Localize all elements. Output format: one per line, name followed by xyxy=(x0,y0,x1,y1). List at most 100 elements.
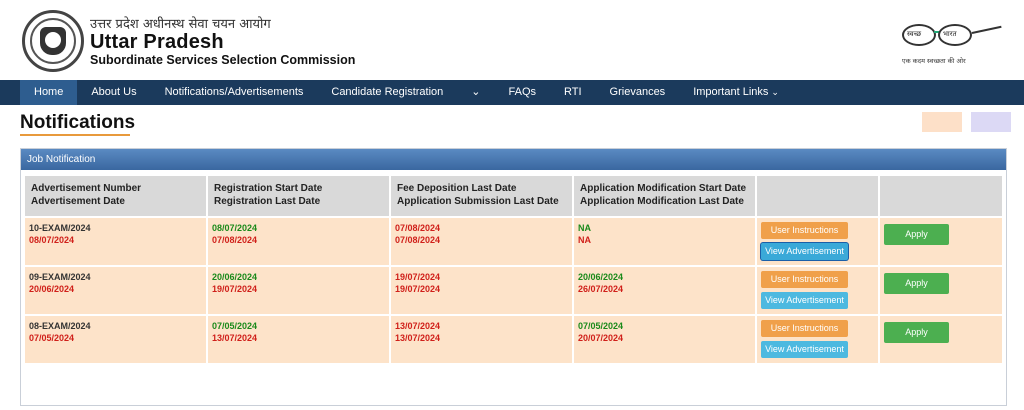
nav-notifications[interactable]: Notifications/Advertisements xyxy=(151,80,318,105)
cell-modification: 20/06/2024 26/07/2024 xyxy=(574,265,757,314)
mod-start-date: 07/05/2024 xyxy=(578,321,624,331)
user-instructions-button[interactable]: User Instructions xyxy=(761,271,848,288)
fee-last-date: 19/07/2024 xyxy=(395,272,441,282)
nav-more-dropdown[interactable]: ⌄ xyxy=(457,80,494,105)
theme-swatch-peach[interactable] xyxy=(922,112,962,132)
cell-apply: Apply xyxy=(880,314,1004,363)
mod-start-date: 20/06/2024 xyxy=(578,272,624,282)
job-notification-panel: Job Notification Advertisement Number Adv… xyxy=(20,148,1007,406)
glasses-right-lens: भारत xyxy=(938,24,972,46)
header-line: Advertisement Number xyxy=(31,183,142,194)
cell-fee: 19/07/2024 19/07/2024 xyxy=(391,265,574,314)
apply-button[interactable]: Apply xyxy=(884,224,949,245)
adv-date: 20/06/2024 xyxy=(29,284,75,294)
adv-number: 08-EXAM/2024 xyxy=(29,321,91,331)
nav-rti[interactable]: RTI xyxy=(550,80,596,105)
glasses-left-lens: स्वच्छ xyxy=(902,24,936,46)
user-instructions-button[interactable]: User Instructions xyxy=(761,222,848,239)
cell-modification: NA NA xyxy=(574,216,757,265)
header-line: Application Modification Start Date xyxy=(580,183,747,194)
header-modification: Application Modification Start Date Appli… xyxy=(574,176,757,216)
cell-registration: 07/05/2024 13/07/2024 xyxy=(208,314,391,363)
reg-start-date: 07/05/2024 xyxy=(212,321,258,331)
nav-important-links-label: Important Links xyxy=(693,86,769,98)
fee-last-date: 07/08/2024 xyxy=(395,223,441,233)
upsssc-emblem-logo[interactable] xyxy=(22,10,84,72)
cell-advertisement: 10-EXAM/2024 08/07/2024 xyxy=(25,216,208,265)
swachh-left-text: स्वच्छ xyxy=(907,30,922,38)
cell-actions: User Instructions View Advertisement xyxy=(757,314,880,363)
header-fee: Fee Deposition Last Date Application Subm… xyxy=(391,176,574,216)
fee-last-date: 13/07/2024 xyxy=(395,321,441,331)
chevron-down-icon: ⌄ xyxy=(771,87,779,97)
submission-last-date: 19/07/2024 xyxy=(395,284,441,294)
cell-registration: 08/07/2024 07/08/2024 xyxy=(208,216,391,265)
hindi-title: उत्तर प्रदेश अधीनस्थ सेवा चयन आयोग xyxy=(90,17,271,32)
cell-actions: User Instructions View Advertisement xyxy=(757,216,880,265)
view-advertisement-button[interactable]: View Advertisement xyxy=(761,292,848,309)
adv-number: 10-EXAM/2024 xyxy=(29,223,91,233)
header-line: Advertisement Date xyxy=(31,196,125,207)
panel-title: Job Notification xyxy=(21,149,1006,170)
adv-date: 08/07/2024 xyxy=(29,235,75,245)
submission-last-date: 13/07/2024 xyxy=(395,333,441,343)
nav-about-us[interactable]: About Us xyxy=(77,80,150,105)
site-title: Uttar Pradesh xyxy=(90,31,224,53)
nav-important-links[interactable]: Important Links ⌄ xyxy=(679,80,793,105)
mod-start-date: NA xyxy=(578,223,591,233)
site-header: उत्तर प्रदेश अधीनस्थ सेवा चयन आयोग Uttar… xyxy=(0,0,1024,80)
cell-apply: Apply xyxy=(880,265,1004,314)
reg-start-date: 20/06/2024 xyxy=(212,272,258,282)
swachh-bharat-logo: स्वच्छ भारत एक कदम स्वच्छता की ओर xyxy=(896,18,1008,70)
table-row: 08-EXAM/2024 07/05/2024 07/05/2024 13/07/2… xyxy=(25,314,1004,363)
reg-last-date: 19/07/2024 xyxy=(212,284,258,294)
site-subtitle: Subordinate Services Selection Commissio… xyxy=(90,53,356,67)
swachh-tagline: एक कदम स्वच्छता की ओर xyxy=(902,57,966,65)
apply-button[interactable]: Apply xyxy=(884,273,949,294)
cell-advertisement: 08-EXAM/2024 07/05/2024 xyxy=(25,314,208,363)
reg-start-date: 08/07/2024 xyxy=(212,223,258,233)
apply-button[interactable]: Apply xyxy=(884,322,949,343)
header-advertisement: Advertisement Number Advertisement Date xyxy=(25,176,208,216)
table-row: 09-EXAM/2024 20/06/2024 20/06/2024 19/07/2… xyxy=(25,265,1004,314)
reg-last-date: 13/07/2024 xyxy=(212,333,258,343)
cell-apply: Apply xyxy=(880,216,1004,265)
main-nav: Home About Us Notifications/Advertisemen… xyxy=(0,80,1024,105)
cell-advertisement: 09-EXAM/2024 20/06/2024 xyxy=(25,265,208,314)
mod-last-date: 20/07/2024 xyxy=(578,333,624,343)
mod-last-date: NA xyxy=(578,235,591,245)
view-advertisement-button[interactable]: View Advertisement xyxy=(761,341,848,358)
job-notification-table: Advertisement Number Advertisement Date R… xyxy=(25,176,1004,363)
header-apply xyxy=(880,176,1004,216)
theme-swatch-lavender[interactable] xyxy=(971,112,1011,132)
header-line: Registration Start Date xyxy=(214,183,323,194)
table-header-row: Advertisement Number Advertisement Date R… xyxy=(25,176,1004,216)
cell-registration: 20/06/2024 19/07/2024 xyxy=(208,265,391,314)
nav-grievances[interactable]: Grievances xyxy=(596,80,680,105)
emblem-center xyxy=(45,32,61,48)
cell-fee: 13/07/2024 13/07/2024 xyxy=(391,314,574,363)
glasses-arm xyxy=(971,25,1002,34)
submission-last-date: 07/08/2024 xyxy=(395,235,441,245)
table-row: 10-EXAM/2024 08/07/2024 08/07/2024 07/08/2… xyxy=(25,216,1004,265)
nav-candidate-registration[interactable]: Candidate Registration xyxy=(317,80,457,105)
swachh-right-text: भारत xyxy=(943,30,957,38)
adv-number: 09-EXAM/2024 xyxy=(29,272,91,282)
user-instructions-button[interactable]: User Instructions xyxy=(761,320,848,337)
cell-actions: User Instructions View Advertisement xyxy=(757,265,880,314)
page-title: Notifications xyxy=(20,112,136,133)
title-underline xyxy=(20,134,130,136)
header-registration: Registration Start Date Registration Last… xyxy=(208,176,391,216)
cell-modification: 07/05/2024 20/07/2024 xyxy=(574,314,757,363)
header-line: Fee Deposition Last Date xyxy=(397,183,517,194)
nav-faqs[interactable]: FAQs xyxy=(495,80,551,105)
nav-home[interactable]: Home xyxy=(20,80,78,105)
header-actions xyxy=(757,176,880,216)
adv-date: 07/05/2024 xyxy=(29,333,75,343)
header-line: Application Submission Last Date xyxy=(397,196,559,207)
mod-last-date: 26/07/2024 xyxy=(578,284,624,294)
header-line: Registration Last Date xyxy=(214,196,321,207)
view-advertisement-button[interactable]: View Advertisement xyxy=(761,243,848,260)
reg-last-date: 07/08/2024 xyxy=(212,235,258,245)
header-line: Application Modification Last Date xyxy=(580,196,744,207)
